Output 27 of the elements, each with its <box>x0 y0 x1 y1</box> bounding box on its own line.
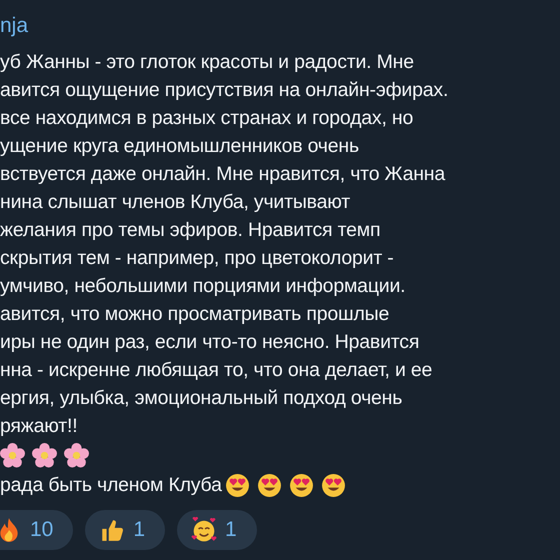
message-text: авится ощущение присутствия на онлайн-эфирах. <box>0 78 450 103</box>
message-text: желания про темы эфиров. Нравится темп <box>0 218 382 243</box>
flower-icon <box>0 442 25 468</box>
heart-eyes-emoji-icon <box>288 472 314 498</box>
smiling-face-hearts-icon <box>191 517 218 543</box>
message-text: нна - искренне любящая то, что она делает, и ее <box>0 358 434 383</box>
message-text: ряжают!! <box>0 414 78 439</box>
message-text: ергия, улыбка, эмоциональный подход очень <box>0 386 404 411</box>
flower-icon <box>64 442 89 468</box>
heart-eyes-emoji-icon <box>256 472 282 498</box>
message-text: скрытия тем - например, про цветоколорит - <box>0 246 395 271</box>
flower-icon <box>32 442 57 468</box>
message-text: все находимся в разных странах и городах, но <box>0 106 414 131</box>
message-text: уб Жанны - это глоток красоты и радости. Мне <box>0 50 415 75</box>
message-text: рада быть членом Клуба <box>0 473 222 498</box>
message-text: ущение круга единомышленников очень <box>0 134 360 159</box>
author-name: nja <box>0 13 30 39</box>
message-text: вствуется даже онлайн. Мне нравится, что Жанна <box>0 162 446 187</box>
reaction-button[interactable]: 1 <box>177 510 257 550</box>
message-text: иры не один раз, если что-то неясно. Нравится <box>0 330 420 355</box>
reaction-button[interactable]: 1 <box>85 510 166 550</box>
message-text: нина слышат членов Клуба, учитывают <box>0 190 351 215</box>
message-text: авится, что можно просматривать прошлые <box>0 302 390 327</box>
message-text: умчиво, небольшими порциями информации. <box>0 274 406 299</box>
heart-eyes-emoji-icon <box>224 472 250 498</box>
heart-eyes-emoji-icon <box>320 472 346 498</box>
reaction-button[interactable]: 10 <box>0 510 74 550</box>
